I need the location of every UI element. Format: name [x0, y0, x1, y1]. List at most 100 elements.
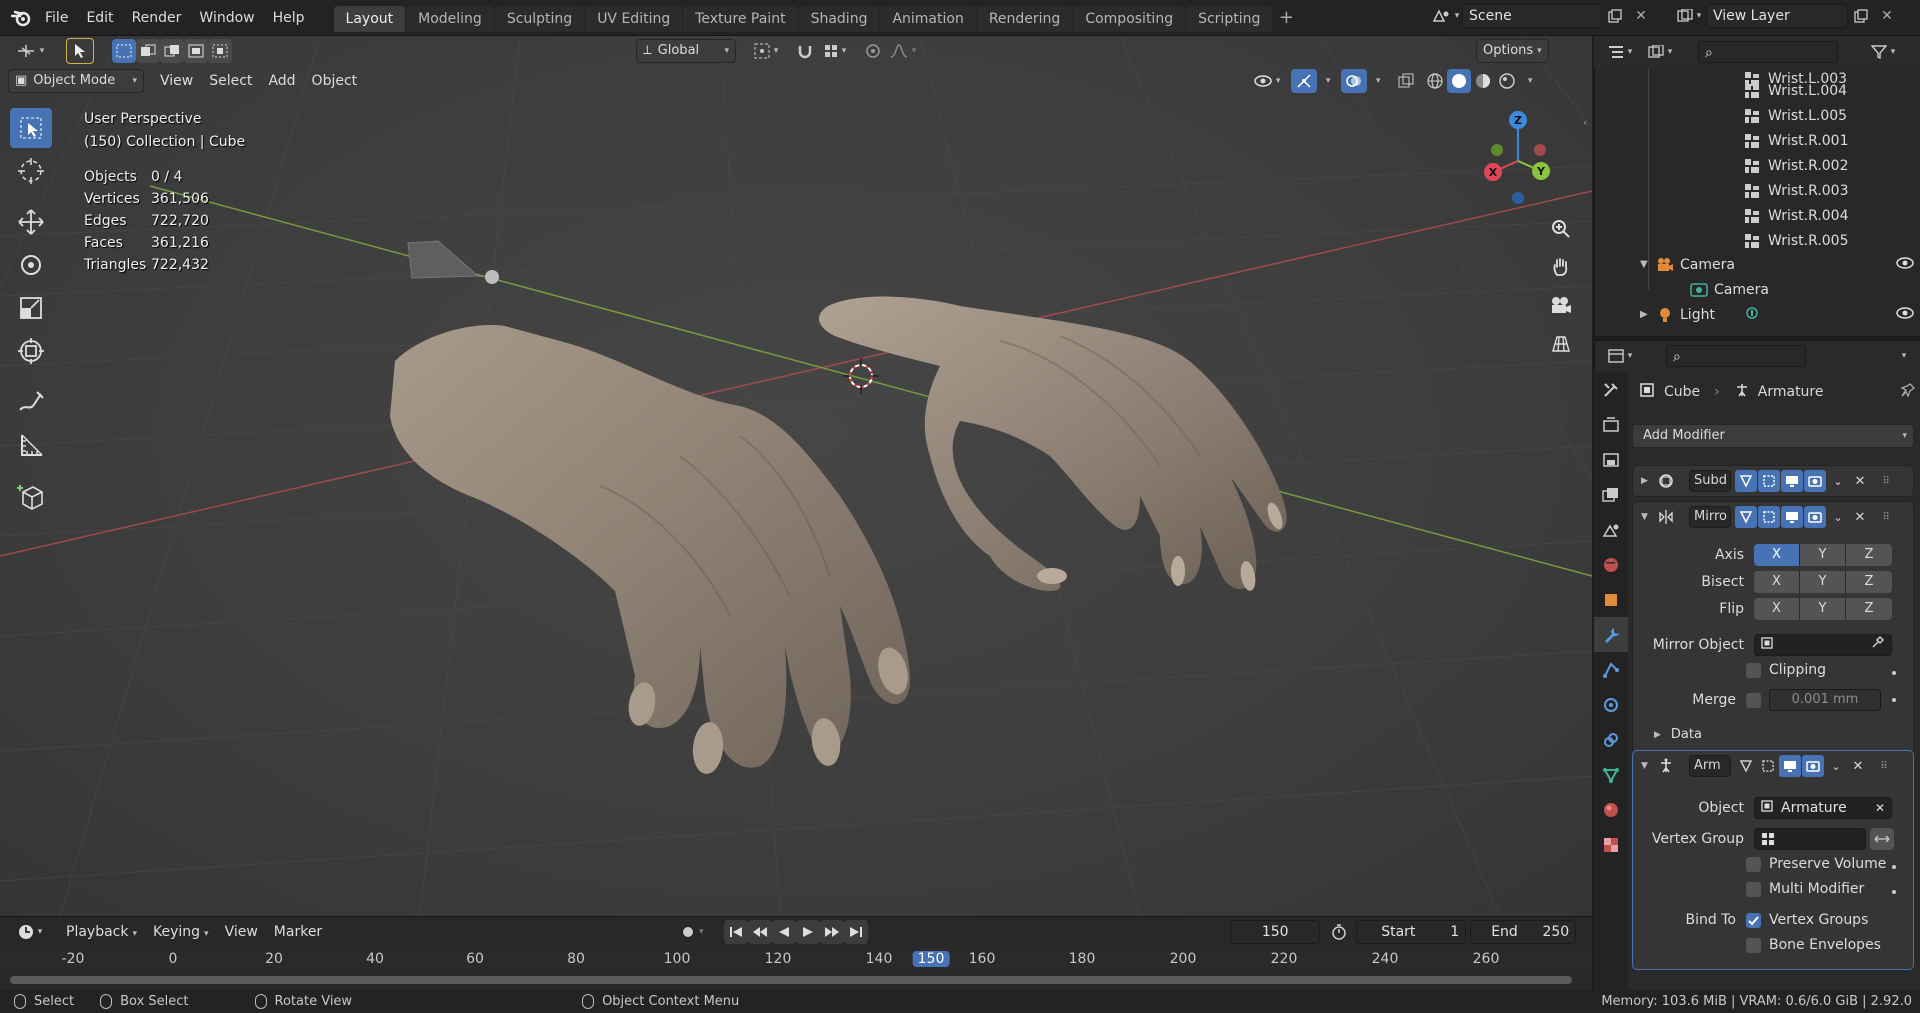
new-scene-icon[interactable]	[1602, 4, 1628, 28]
merge-checkbox[interactable]	[1746, 692, 1761, 708]
world-tab-icon[interactable]	[1594, 547, 1628, 582]
auto-keying-record-icon[interactable]: ▾	[672, 920, 712, 944]
vertex-group-field[interactable]	[1754, 828, 1866, 850]
expand-arrow-icon[interactable]: ▶	[1640, 309, 1656, 320]
bisect-y-toggle[interactable]: Y	[1800, 571, 1846, 593]
select-new-icon[interactable]	[112, 39, 136, 63]
collapse-arrow-icon[interactable]: ▼	[1641, 761, 1655, 771]
gizmo-dropdown-icon[interactable]: ▾	[1317, 69, 1335, 93]
menu-file[interactable]: File	[36, 5, 77, 31]
edit-mode-toggle-icon[interactable]	[1735, 755, 1757, 777]
timeline-menu-keying[interactable]: Keying ▾	[145, 920, 217, 944]
annotate-tool-icon[interactable]	[10, 382, 52, 422]
texture-tab-icon[interactable]	[1594, 827, 1628, 862]
modifier-name-field[interactable]: Mirro	[1689, 506, 1731, 528]
edit-mode-toggle-icon[interactable]	[1735, 470, 1757, 492]
material-shading-icon[interactable]	[1471, 69, 1495, 93]
view-layer-icon[interactable]: ▾	[1672, 4, 1706, 28]
menu-window[interactable]: Window	[190, 5, 263, 31]
gizmo-toggle-icon[interactable]	[1291, 69, 1318, 93]
visibility-eye-icon[interactable]	[1896, 306, 1914, 323]
menu-render[interactable]: Render	[123, 5, 191, 31]
rendered-shading-icon[interactable]	[1495, 69, 1519, 93]
vertex-groups-checkbox[interactable]	[1746, 912, 1761, 928]
modifier-menu-chevron-icon[interactable]: ⌄	[1827, 470, 1849, 492]
drag-handle-icon[interactable]: ⠿	[1875, 506, 1897, 528]
rotate-tool-icon[interactable]	[10, 245, 52, 285]
modifier-name-field[interactable]: Subd	[1689, 470, 1731, 492]
shading-dropdown-icon[interactable]: ▾	[1519, 69, 1537, 93]
axis-z-toggle[interactable]: Z	[1846, 544, 1892, 566]
preserve-volume-row[interactable]: Preserve Volume	[1746, 856, 1886, 872]
material-tab-icon[interactable]	[1594, 792, 1628, 827]
transform-pivot-icon[interactable]: ▾	[8, 39, 52, 63]
visibility-eye-icon[interactable]: ▾	[1247, 69, 1287, 93]
falloff-curve-icon[interactable]: ▾	[886, 39, 920, 63]
bone-envelopes-checkbox[interactable]	[1746, 937, 1761, 953]
tab-modeling[interactable]: Modeling	[406, 5, 494, 32]
timeline-scrollbar[interactable]	[10, 976, 1572, 984]
axis-x-toggle[interactable]: X	[1754, 544, 1800, 566]
modifier-tab-icon[interactable]	[1594, 617, 1628, 652]
output-tab-icon[interactable]	[1594, 442, 1628, 477]
tab-compositing[interactable]: Compositing	[1073, 5, 1186, 32]
options-dropdown[interactable]: Options ▾	[1476, 39, 1549, 63]
tab-scripting[interactable]: Scripting	[1186, 5, 1273, 32]
play-icon[interactable]	[796, 920, 821, 944]
select-invert-icon[interactable]	[184, 39, 208, 63]
preserve-volume-checkbox[interactable]	[1746, 856, 1761, 872]
jump-keyframe-back-icon[interactable]	[748, 920, 773, 944]
expand-arrow-icon[interactable]: ▶	[1641, 476, 1655, 486]
menu-edit[interactable]: Edit	[77, 5, 122, 31]
outliner-row-light[interactable]: ▶ Light	[1640, 302, 1914, 327]
timeline-ruler[interactable]: -20 0 20 40 60 80 100 120 140 150 160 18…	[0, 948, 1592, 972]
start-frame-field[interactable]: Start 1	[1356, 920, 1467, 944]
list-item[interactable]: Wrist.R.003	[1744, 178, 1849, 203]
collapse-arrow-icon[interactable]: ▼	[1641, 512, 1655, 522]
list-item[interactable]: Wrist.L.005	[1744, 103, 1847, 128]
navigation-gizmo[interactable]: Z X Y	[1475, 108, 1585, 208]
remove-modifier-icon[interactable]: ✕	[1849, 506, 1871, 528]
object-mode-dropdown[interactable]: ▣ Object Mode ▾	[8, 69, 144, 93]
mirror-object-field[interactable]	[1754, 634, 1892, 656]
pin-icon[interactable]	[1900, 382, 1916, 402]
tab-rendering[interactable]: Rendering	[976, 5, 1073, 32]
constraints-tab-icon[interactable]	[1594, 722, 1628, 757]
overlay-dropdown-icon[interactable]: ▾	[1367, 69, 1385, 93]
flip-x-toggle[interactable]: X	[1754, 598, 1800, 620]
proportional-edit-icon[interactable]	[860, 39, 886, 63]
perspective-toggle-icon[interactable]	[1544, 326, 1578, 360]
tab-uv-editing[interactable]: UV Editing	[585, 5, 683, 32]
list-item[interactable]: Wrist.R.005	[1744, 228, 1849, 253]
expand-arrow-icon[interactable]: ▶	[1654, 730, 1661, 740]
delete-view-layer-icon[interactable]: ✕	[1874, 4, 1900, 28]
render-toggle-icon[interactable]	[1802, 755, 1824, 777]
keyframe-dot-icon[interactable]	[1892, 865, 1896, 869]
particles-tab-icon[interactable]	[1594, 652, 1628, 687]
select-box-tool-icon[interactable]	[10, 108, 52, 148]
sidebar-toggle-icon[interactable]: ‹	[1583, 116, 1587, 129]
xray-toggle-icon[interactable]	[1393, 69, 1419, 93]
flip-z-toggle[interactable]: Z	[1846, 598, 1892, 620]
solid-shading-icon[interactable]	[1447, 69, 1472, 93]
drag-handle-icon[interactable]: ⠿	[1875, 470, 1897, 492]
clear-field-icon[interactable]: ✕	[1875, 797, 1885, 819]
data-tab-icon[interactable]	[1594, 757, 1628, 792]
remove-modifier-icon[interactable]: ✕	[1849, 470, 1871, 492]
cage-toggle-icon[interactable]	[1758, 506, 1780, 528]
bisect-x-toggle[interactable]: X	[1754, 571, 1800, 593]
viewport-menu-view[interactable]: View	[152, 69, 201, 93]
scene-tab-icon[interactable]	[1594, 512, 1628, 547]
armature-object-field[interactable]: Armature ✕	[1754, 797, 1892, 819]
properties-options-icon[interactable]: ▾	[1892, 344, 1912, 368]
render-toggle-icon[interactable]	[1804, 506, 1826, 528]
bone-envelopes-row[interactable]: Bone Envelopes	[1746, 937, 1881, 953]
modifier-name-field[interactable]: Arm	[1689, 755, 1731, 777]
tool-tab-icon[interactable]	[1594, 372, 1628, 407]
list-item[interactable]: Wrist.R.004	[1744, 203, 1849, 228]
add-workspace-button[interactable]: +	[1273, 6, 1299, 32]
delete-scene-icon[interactable]: ✕	[1628, 4, 1654, 28]
select-intersect-icon[interactable]	[208, 39, 232, 63]
modifier-menu-chevron-icon[interactable]: ⌄	[1827, 506, 1849, 528]
clipping-checkbox-row[interactable]: Clipping	[1746, 662, 1826, 678]
